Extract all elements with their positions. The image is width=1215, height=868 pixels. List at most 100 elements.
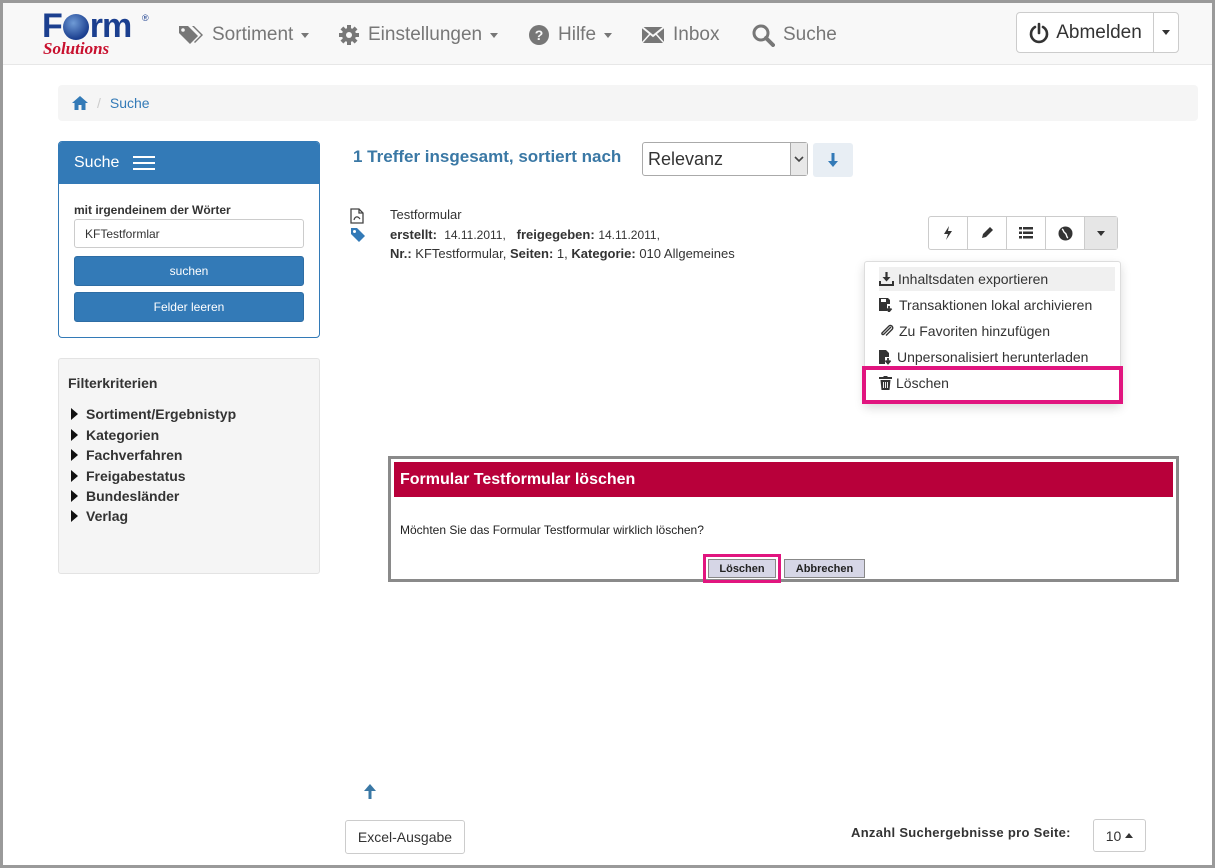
- filter-item-label: Sortiment/Ergebnistyp: [86, 406, 237, 422]
- filter-item-sortiment[interactable]: Sortiment/Ergebnistyp: [71, 406, 236, 422]
- sort-direction-button[interactable]: [813, 143, 853, 177]
- dialog-confirm-button[interactable]: Löschen: [708, 559, 776, 578]
- excel-export-button[interactable]: Excel-Ausgabe: [345, 820, 465, 854]
- pages-value: 1,: [556, 246, 568, 261]
- breadcrumb: / Suche: [58, 85, 1198, 121]
- nav-sortiment[interactable]: Sortiment: [178, 22, 310, 48]
- caret-right-icon: [71, 449, 78, 461]
- filter-item-label: Freigabestatus: [86, 468, 186, 484]
- caret-right-icon: [71, 470, 78, 482]
- delete-confirm-dialog: Formular Testformular löschen Möchten Si…: [388, 456, 1179, 583]
- logout-label: Abmelden: [1056, 21, 1142, 43]
- caret-right-icon: [71, 510, 78, 522]
- result-title[interactable]: Testformular: [390, 207, 462, 222]
- power-icon: [1029, 22, 1049, 43]
- save-file-icon: [879, 298, 893, 312]
- menu-item-archive[interactable]: Transaktionen lokal archivieren: [879, 293, 1092, 317]
- filter-title: Filterkriterien: [68, 375, 158, 391]
- chevron-down-icon: [1097, 230, 1105, 236]
- caret-right-icon: [71, 408, 78, 420]
- envelope-icon: [641, 26, 665, 44]
- dialog-cancel-button[interactable]: Abbrechen: [784, 559, 865, 578]
- released-label: freigegeben:: [516, 227, 595, 242]
- quick-action-button[interactable]: [929, 217, 968, 249]
- chevron-down-icon: [490, 32, 499, 38]
- nr-label: Nr.:: [390, 246, 412, 261]
- globe-icon: [62, 14, 89, 40]
- clear-fields-button[interactable]: Felder leeren: [74, 292, 304, 322]
- menu-item-archive-label: Transaktionen lokal archivieren: [899, 297, 1093, 313]
- logout-button-group: Abmelden: [1016, 12, 1179, 53]
- created-value: 14.11.2011,: [444, 228, 506, 242]
- search-panel-header: Suche: [59, 142, 319, 184]
- per-page-select[interactable]: 10: [1093, 819, 1146, 852]
- search-panel-title: Suche: [74, 154, 120, 171]
- chevron-down-icon: [301, 32, 310, 38]
- nav-inbox[interactable]: Inbox: [641, 22, 719, 48]
- list-button[interactable]: [1007, 217, 1046, 249]
- search-panel: Suche mit irgendeinem der Wörter suchen …: [58, 141, 320, 338]
- result-dates: erstellt: 14.11.2011, freigegeben: 14.11…: [390, 227, 660, 242]
- gear-icon: [339, 25, 359, 45]
- created-label: erstellt:: [390, 227, 437, 242]
- form-solutions-logo[interactable]: Frm ® Solutions: [40, 7, 155, 59]
- tag-icon: [351, 228, 365, 242]
- breadcrumb-separator: /: [97, 95, 101, 111]
- result-meta: Nr.: KFTestformular, Seiten: 1, Kategori…: [390, 246, 735, 261]
- search-input[interactable]: [74, 219, 304, 248]
- caret-right-icon: [71, 490, 78, 502]
- nav-einstellungen[interactable]: Einstellungen: [338, 22, 499, 48]
- logout-button[interactable]: Abmelden: [1017, 13, 1154, 52]
- navbar: Frm ® Solutions Sortiment Einstellungen: [3, 3, 1212, 65]
- paperclip-icon: [881, 324, 894, 336]
- filter-panel: Filterkriterien Sortiment/Ergebnistyp Ka…: [58, 358, 320, 574]
- menu-item-favorite[interactable]: Zu Favoriten hinzufügen: [879, 319, 1050, 343]
- chevron-up-icon: [1125, 833, 1134, 838]
- logo-registered: ®: [142, 13, 149, 23]
- released-value: 14.11.2011,: [598, 228, 660, 242]
- category-value: 010 Allgemeines: [639, 246, 735, 261]
- download-icon: [879, 272, 894, 286]
- nav-inbox-label: Inbox: [673, 24, 720, 45]
- bolt-icon: [944, 226, 952, 240]
- arrow-up-icon: [364, 784, 376, 799]
- menu-item-favorite-label: Zu Favoriten hinzufügen: [899, 323, 1050, 339]
- sort-select-value: Relevanz: [648, 148, 724, 169]
- logout-dropdown-toggle[interactable]: [1154, 13, 1178, 52]
- filter-item-verlag[interactable]: Verlag: [71, 508, 128, 524]
- arrow-down-icon: [828, 153, 838, 167]
- filter-item-label: Fachverfahren: [86, 447, 183, 463]
- search-words-label: mit irgendeinem der Wörter: [74, 203, 231, 217]
- globe-icon: [1058, 226, 1072, 240]
- pdf-file-icon: [350, 208, 364, 224]
- caret-right-icon: [71, 429, 78, 441]
- home-icon[interactable]: [72, 96, 88, 110]
- nav-sortiment-label: Sortiment: [212, 24, 294, 45]
- per-page-value: 10: [1105, 827, 1122, 844]
- nav-suche[interactable]: Suche: [751, 22, 837, 48]
- nav-suche-label: Suche: [783, 24, 837, 45]
- menu-icon[interactable]: [133, 152, 156, 174]
- globe-button[interactable]: [1046, 217, 1085, 249]
- more-actions-toggle[interactable]: [1085, 217, 1117, 249]
- filter-item-bundeslaender[interactable]: Bundesländer: [71, 488, 179, 504]
- list-icon: [1019, 227, 1033, 239]
- filter-item-label: Kategorien: [86, 427, 160, 443]
- nr-value: KFTestformular,: [415, 246, 507, 261]
- search-icon: [752, 24, 775, 47]
- chevron-down-icon: [1162, 30, 1170, 35]
- category-label: Kategorie:: [571, 246, 636, 261]
- breadcrumb-current[interactable]: Suche: [110, 95, 150, 111]
- filter-item-freigabestatus[interactable]: Freigabestatus: [71, 468, 186, 484]
- nav-hilfe[interactable]: ? Hilfe: [528, 22, 613, 48]
- delete-highlight: [862, 366, 1123, 404]
- pages-label: Seiten:: [509, 246, 554, 261]
- search-button[interactable]: suchen: [74, 256, 304, 286]
- filter-item-fachverfahren[interactable]: Fachverfahren: [71, 447, 182, 463]
- edit-button[interactable]: [968, 217, 1007, 249]
- filter-item-kategorien[interactable]: Kategorien: [71, 427, 159, 443]
- scroll-top-button[interactable]: [363, 783, 377, 805]
- pencil-icon: [982, 227, 993, 238]
- menu-item-export[interactable]: Inhaltsdaten exportieren: [879, 267, 1115, 291]
- sort-select[interactable]: Relevanz: [642, 142, 808, 176]
